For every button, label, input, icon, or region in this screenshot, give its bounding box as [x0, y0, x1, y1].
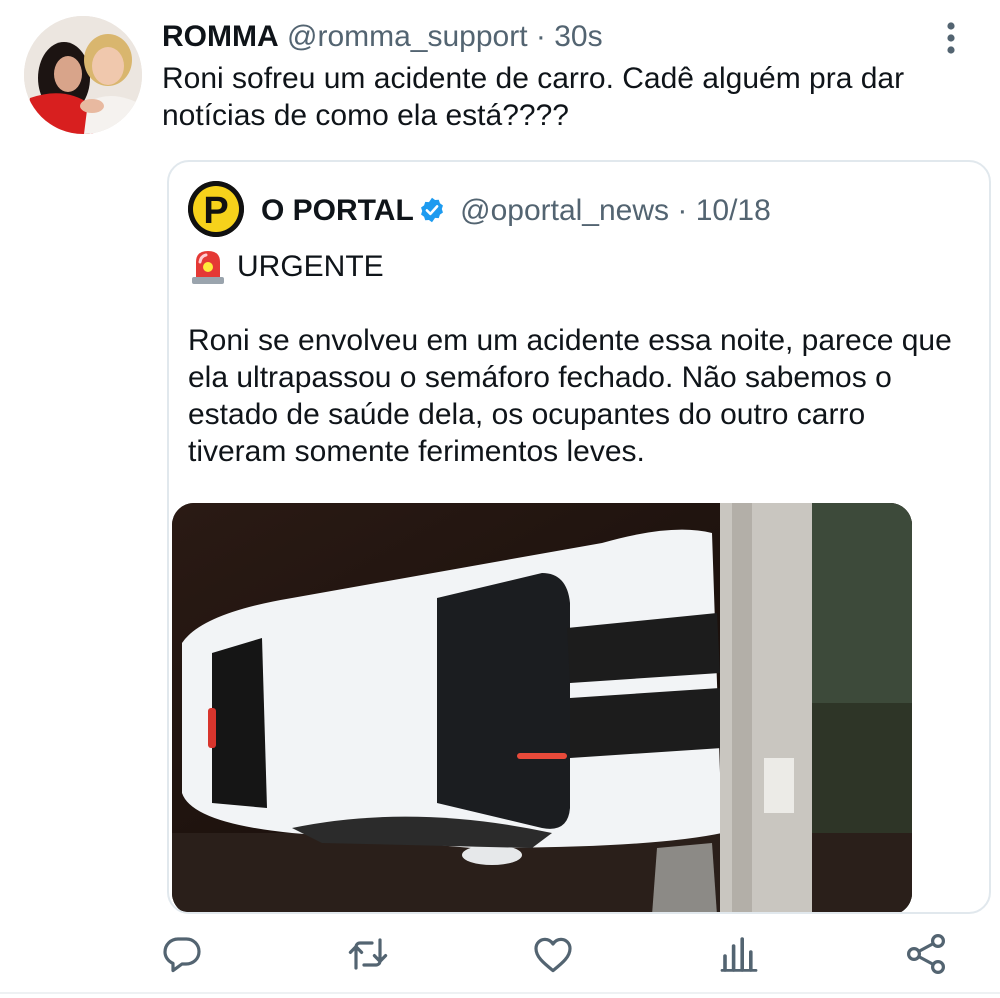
quoted-tweet-date[interactable]: 10/18 [696, 194, 771, 227]
siren-emoji-icon [189, 246, 227, 286]
share-icon[interactable] [902, 930, 950, 978]
reply-icon[interactable] [158, 930, 206, 978]
quoted-tweet-header: O PORTAL @oportal_news · 10/18 [261, 192, 771, 234]
quoted-author-handle[interactable]: @oportal_news [460, 194, 669, 227]
quoted-tweet-card[interactable]: P O PORTAL @oportal_news · 10/18 URGENTE… [167, 160, 991, 914]
urgent-label: URGENTE [237, 250, 384, 283]
quoted-author-avatar[interactable]: P [188, 181, 244, 237]
retweet-icon[interactable] [344, 930, 392, 978]
author-avatar[interactable] [24, 16, 142, 134]
separator-dot: · [677, 194, 688, 227]
quoted-tweet-text: Roni se envolveu em um acidente essa noi… [188, 324, 952, 468]
divider [0, 992, 1000, 994]
analytics-icon[interactable] [715, 930, 763, 978]
tweet-text: Roni sofreu um acidente de carro. Cadê a… [162, 62, 905, 132]
verified-badge-icon [418, 196, 446, 234]
more-vertical-icon[interactable] [936, 18, 966, 58]
author-name[interactable]: ROMMA [162, 20, 279, 53]
author-handle[interactable]: @romma_support [287, 20, 528, 53]
tweet-timestamp[interactable]: 30s [554, 20, 602, 53]
tweet-header: ROMMA @romma_support · 30s [162, 18, 603, 56]
separator-dot: · [535, 20, 546, 53]
logo-letter: P [203, 190, 228, 232]
tweet-action-bar [0, 930, 1000, 986]
heart-icon[interactable] [529, 930, 577, 978]
quoted-author-name[interactable]: O PORTAL [261, 194, 414, 227]
quoted-tweet-photo[interactable] [172, 503, 912, 912]
